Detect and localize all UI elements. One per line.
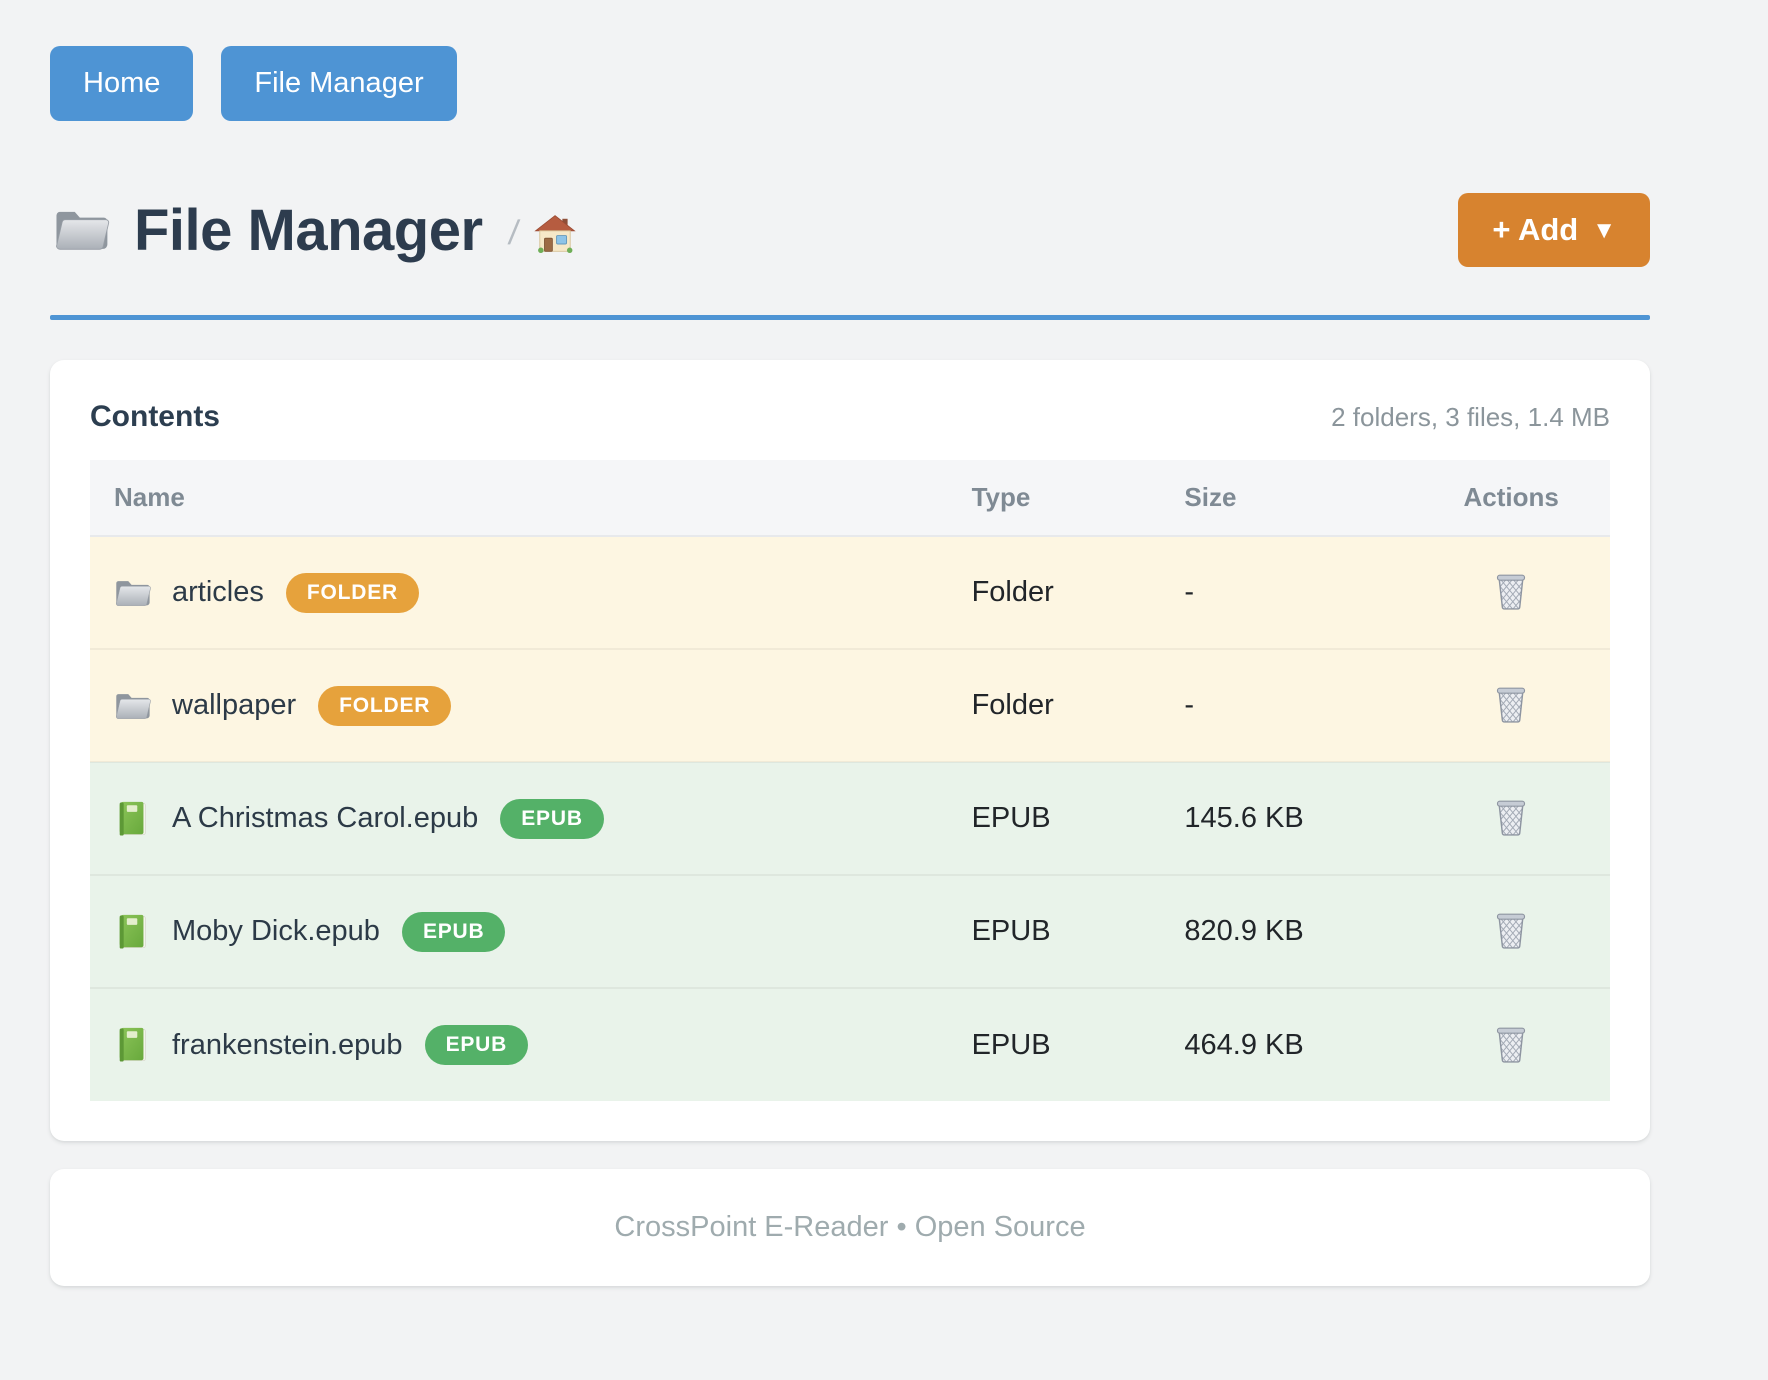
delete-button[interactable] [1489, 566, 1533, 615]
table-row-moby-dick[interactable]: Moby Dick.epub EPUB EPUB 820.9 KB [90, 875, 1610, 988]
entry-name[interactable]: A Christmas Carol.epub [172, 802, 478, 835]
table-row-wallpaper[interactable]: wallpaper FOLDER Folder - [90, 649, 1610, 762]
breadcrumb-separator: / [506, 214, 521, 253]
entry-size: - [1184, 649, 1412, 762]
delete-button[interactable] [1489, 1019, 1533, 1068]
table-row-a-christmas-carol[interactable]: A Christmas Carol.epub EPUB EPUB 145.6 K… [90, 762, 1610, 875]
folder-icon [114, 574, 152, 612]
entry-type: EPUB [972, 875, 1185, 988]
entry-size: - [1184, 536, 1412, 649]
green-book-icon [114, 800, 152, 838]
column-header-actions: Actions [1412, 460, 1610, 536]
contents-panel: Contents 2 folders, 3 files, 1.4 MB Name… [50, 360, 1650, 1141]
entry-type: Folder [972, 536, 1185, 649]
delete-button[interactable] [1489, 792, 1533, 841]
breadcrumb-home-link[interactable] [534, 213, 576, 255]
column-header-name: Name [90, 460, 972, 536]
folder-icon [114, 687, 152, 725]
trash-icon [1493, 683, 1529, 724]
title-divider [50, 315, 1650, 320]
nav-home-button[interactable]: Home [50, 46, 193, 121]
trash-icon [1493, 570, 1529, 611]
add-button-label: + Add [1492, 212, 1578, 248]
footer-text: CrossPoint E-Reader • Open Source [614, 1211, 1085, 1244]
add-button[interactable]: + Add ▼ [1458, 193, 1650, 267]
contents-summary: 2 folders, 3 files, 1.4 MB [1331, 402, 1610, 433]
column-header-type: Type [972, 460, 1185, 536]
folder-badge: FOLDER [318, 686, 451, 726]
footer: CrossPoint E-Reader • Open Source [50, 1169, 1650, 1286]
table-row-articles[interactable]: articles FOLDER Folder - [90, 536, 1610, 649]
top-nav: Home File Manager [50, 46, 1650, 121]
folder-badge: FOLDER [286, 573, 419, 613]
entry-size: 820.9 KB [1184, 875, 1412, 988]
epub-badge: EPUB [425, 1025, 529, 1065]
entry-type: Folder [972, 649, 1185, 762]
epub-badge: EPUB [500, 799, 604, 839]
trash-icon [1493, 1023, 1529, 1064]
entry-size: 145.6 KB [1184, 762, 1412, 875]
green-book-icon [114, 1026, 152, 1064]
epub-badge: EPUB [402, 912, 506, 952]
entry-name[interactable]: Moby Dick.epub [172, 915, 380, 948]
page-header: File Manager / + Add ▼ [50, 193, 1650, 267]
table-header-row: Name Type Size Actions [90, 460, 1610, 536]
entry-size: 464.9 KB [1184, 988, 1412, 1101]
entry-type: EPUB [972, 762, 1185, 875]
trash-icon [1493, 796, 1529, 837]
page: Home File Manager File Manager / + Add ▼… [50, 0, 1650, 1286]
trash-icon [1493, 909, 1529, 950]
house-icon [534, 213, 576, 255]
entry-name[interactable]: articles [172, 576, 264, 609]
nav-file-manager-button[interactable]: File Manager [221, 46, 456, 121]
file-table: Name Type Size Actions articles FOLDER F… [90, 460, 1610, 1101]
folder-icon [50, 201, 114, 259]
page-title: File Manager [134, 197, 483, 264]
caret-down-icon: ▼ [1592, 217, 1616, 245]
panel-title: Contents [90, 400, 220, 434]
entry-name[interactable]: wallpaper [172, 689, 296, 722]
contents-panel-header: Contents 2 folders, 3 files, 1.4 MB [90, 400, 1610, 434]
column-header-size: Size [1184, 460, 1412, 536]
entry-type: EPUB [972, 988, 1185, 1101]
delete-button[interactable] [1489, 679, 1533, 728]
green-book-icon [114, 913, 152, 951]
entry-name[interactable]: frankenstein.epub [172, 1029, 403, 1062]
title-group: File Manager / [50, 197, 576, 264]
table-row-frankenstein[interactable]: frankenstein.epub EPUB EPUB 464.9 KB [90, 988, 1610, 1101]
delete-button[interactable] [1489, 905, 1533, 954]
